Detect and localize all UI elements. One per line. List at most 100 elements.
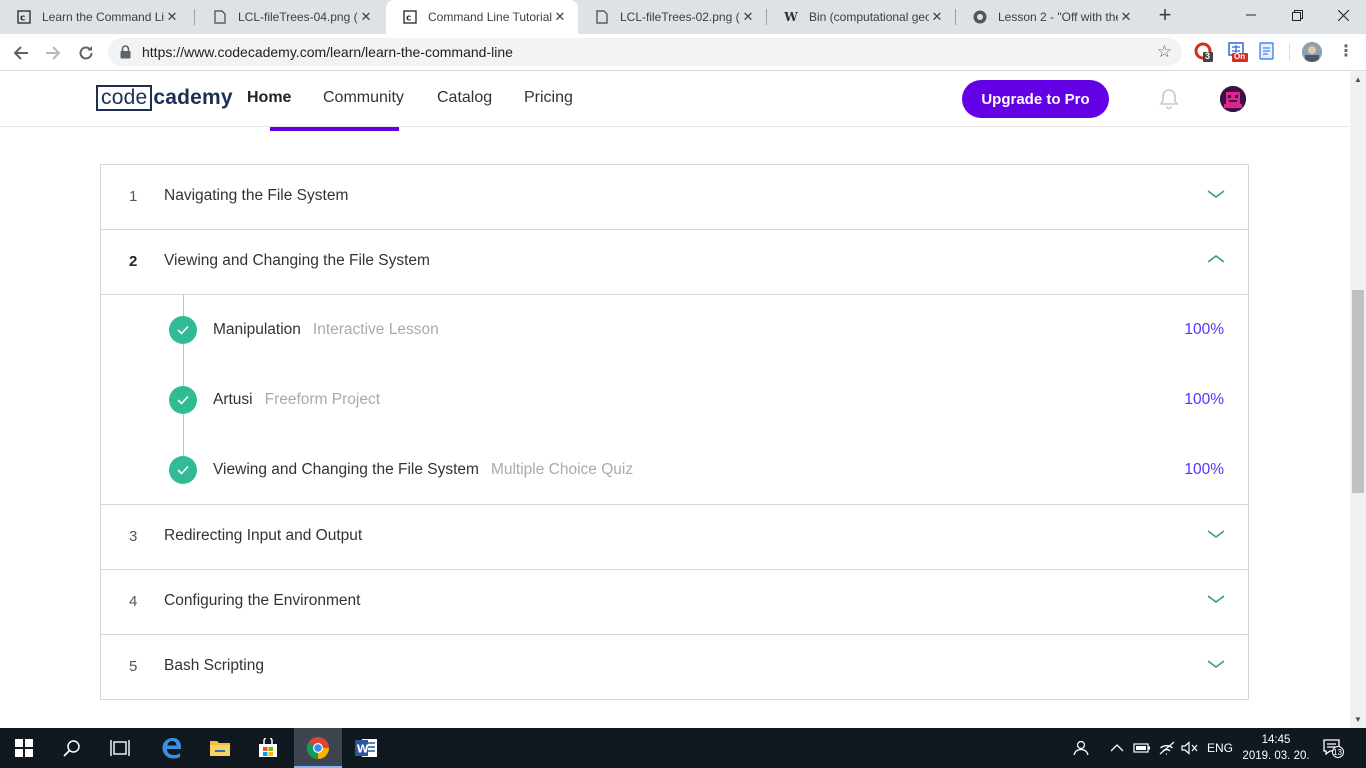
chevron-down-icon[interactable]	[1207, 189, 1225, 199]
people-icon[interactable]	[1072, 728, 1090, 768]
minimize-icon	[1246, 14, 1256, 16]
document-icon	[594, 9, 610, 25]
tab-title: Command Line Tutorial	[428, 10, 552, 24]
arrow-right-icon	[46, 46, 61, 60]
unit-header-4[interactable]: 4 Configuring the Environment	[101, 570, 1248, 635]
lesson-row[interactable]: Artusi Freeform Project 100%	[101, 380, 1248, 420]
search-button[interactable]	[48, 728, 96, 768]
taskbar-clock[interactable]: 14:45 2019. 03. 20.	[1240, 732, 1312, 764]
lesson-row[interactable]: Manipulation Interactive Lesson 100%	[101, 310, 1248, 350]
browser-menu-icon[interactable]: ⋮	[1336, 42, 1356, 62]
opera-extension-icon[interactable]: 3	[1194, 42, 1214, 62]
nav-home[interactable]: Home	[247, 89, 291, 107]
nav-pricing[interactable]: Pricing	[524, 89, 573, 107]
close-tab-icon[interactable]: ✕	[1118, 9, 1134, 25]
wifi-icon[interactable]	[1158, 728, 1176, 768]
close-tab-icon[interactable]: ✕	[358, 9, 374, 25]
task-view-button[interactable]	[96, 728, 144, 768]
user-avatar[interactable]	[1220, 86, 1246, 112]
translate-badge: On	[1234, 52, 1246, 61]
input-language[interactable]: ENG	[1207, 728, 1233, 768]
restore-button[interactable]	[1274, 0, 1320, 30]
scroll-up-arrow-icon[interactable]: ▲	[1354, 75, 1362, 84]
unit-header-3[interactable]: 3 Redirecting Input and Output	[101, 505, 1248, 570]
lesson-name: Viewing and Changing the File System	[213, 461, 479, 478]
close-icon	[1337, 9, 1349, 21]
syllabus-accordion: 1 Navigating the File System 2 Viewing a…	[100, 164, 1249, 700]
tab-title: LCL-fileTrees-04.png (12	[238, 10, 358, 24]
start-button[interactable]	[0, 728, 48, 768]
translate-extension-icon[interactable]: On	[1228, 42, 1248, 62]
unit-header-5[interactable]: 5 Bash Scripting	[101, 635, 1248, 700]
close-tab-icon[interactable]: ✕	[164, 9, 180, 25]
lesson-type: Multiple Choice Quiz	[490, 461, 634, 478]
chevron-up-icon[interactable]	[1207, 254, 1225, 264]
browser-tab-4[interactable]: LCL-fileTrees-02.png (12 ✕	[578, 0, 766, 34]
nav-community[interactable]: Community	[323, 89, 404, 107]
tab-divider	[194, 9, 195, 25]
volume-muted-icon[interactable]	[1181, 728, 1199, 768]
battery-icon[interactable]	[1133, 728, 1151, 768]
chrome-button[interactable]	[294, 728, 342, 768]
notification-bell-icon[interactable]	[1159, 88, 1179, 115]
lesson-progress: 100%	[1184, 321, 1224, 338]
new-tab-button[interactable]: +	[1154, 4, 1176, 27]
scrollbar-thumb[interactable]	[1352, 290, 1364, 493]
unit-header-2[interactable]: 2 Viewing and Changing the File System	[101, 230, 1248, 295]
tab-title: Bin (computational geo	[809, 10, 929, 24]
unit-title: Bash Scripting	[164, 657, 264, 674]
show-hidden-icons-chevron-icon[interactable]	[1110, 728, 1124, 768]
file-explorer-button[interactable]	[196, 728, 244, 768]
unit-number: 2	[129, 253, 138, 270]
lock-icon	[120, 45, 131, 64]
close-tab-icon[interactable]: ✕	[740, 9, 756, 25]
minimize-button[interactable]	[1228, 0, 1274, 30]
restore-icon	[1291, 9, 1303, 21]
back-button[interactable]	[8, 40, 34, 66]
browser-tab-6[interactable]: Lesson 2 - "Off with the ✕	[956, 0, 1144, 34]
edge-browser-button[interactable]	[148, 728, 196, 768]
lesson-progress: 100%	[1184, 461, 1224, 478]
nav-catalog[interactable]: Catalog	[437, 89, 492, 107]
chevron-down-icon[interactable]	[1207, 594, 1225, 604]
unit-2-lessons: Manipulation Interactive Lesson 100% Artu…	[101, 295, 1248, 505]
docs-extension-icon[interactable]	[1258, 42, 1278, 62]
search-icon	[63, 740, 80, 757]
bookmark-star-icon[interactable]: ☆	[1157, 42, 1172, 62]
windows-logo-icon	[15, 739, 33, 757]
scroll-down-arrow-icon[interactable]: ▼	[1354, 715, 1362, 724]
store-button[interactable]	[244, 728, 292, 768]
close-tab-icon[interactable]: ✕	[552, 9, 568, 25]
lesson-type: Freeform Project	[264, 391, 381, 408]
completed-check-icon	[169, 316, 197, 344]
close-window-button[interactable]	[1320, 0, 1366, 30]
folder-icon	[210, 741, 230, 756]
codecademy-logo[interactable]: code cademy	[96, 84, 233, 112]
lesson-row[interactable]: Viewing and Changing the File System Mult…	[101, 450, 1248, 490]
page-scrollbar[interactable]: ▲ ▼	[1350, 71, 1366, 728]
address-bar[interactable]: https://www.codecademy.com/learn/learn-t…	[108, 38, 1182, 66]
close-tab-icon[interactable]: ✕	[929, 9, 945, 25]
document-icon	[212, 9, 228, 25]
browser-tab-1[interactable]: c Learn the Command Line ✕	[0, 0, 190, 34]
unit-header-1[interactable]: 1 Navigating the File System	[101, 165, 1248, 230]
logo-boxed-text: code	[96, 85, 153, 111]
task-view-icon	[110, 740, 130, 756]
clock-date: 2019. 03. 20.	[1242, 750, 1310, 762]
lesson-name: Manipulation	[213, 321, 301, 338]
upgrade-to-pro-button[interactable]: Upgrade to Pro	[962, 80, 1109, 118]
reload-button[interactable]	[73, 40, 99, 66]
action-center-button[interactable]: 13	[1322, 728, 1344, 768]
browser-tab-2[interactable]: LCL-fileTrees-04.png (12 ✕	[196, 0, 384, 34]
site-header: code cademy Home Community Catalog Pricin…	[0, 71, 1350, 131]
browser-tab-5[interactable]: W Bin (computational geo ✕	[767, 0, 955, 34]
chevron-down-icon[interactable]	[1207, 529, 1225, 539]
profile-avatar[interactable]	[1302, 42, 1322, 62]
svg-text:W: W	[357, 743, 369, 756]
word-button[interactable]: W	[342, 728, 390, 768]
chevron-down-icon[interactable]	[1207, 659, 1225, 669]
svg-text:c: c	[406, 14, 411, 24]
browser-tab-3[interactable]: c Command Line Tutorial ✕	[386, 0, 578, 34]
forward-button[interactable]	[40, 40, 66, 66]
arrow-left-icon	[13, 46, 28, 60]
